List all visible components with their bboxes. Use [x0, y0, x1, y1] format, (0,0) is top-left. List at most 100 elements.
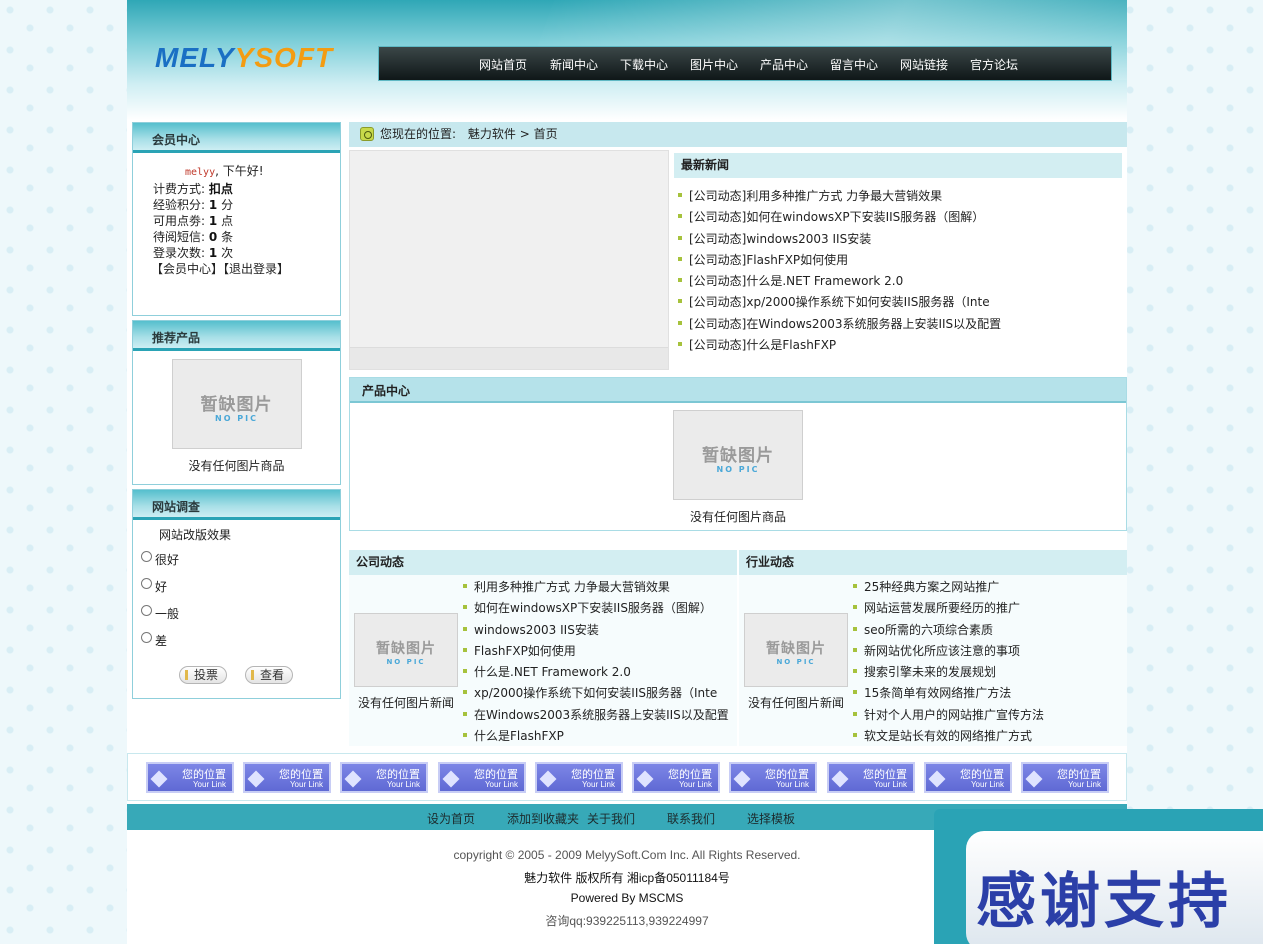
diamond-icon	[442, 770, 460, 788]
site-logo[interactable]: MELYYSOFT	[155, 42, 333, 74]
list-item[interactable]: [公司动态]FlashFXP如何使用	[674, 250, 1122, 271]
member-username: melyy	[185, 167, 216, 178]
product-center-title: 产品中心	[350, 378, 1126, 403]
choose-template-link[interactable]: 选择模板	[747, 810, 795, 827]
recommend-panel-title: 推荐产品	[133, 321, 340, 351]
survey-option[interactable]: 差	[133, 624, 340, 651]
no-picture-placeholder[interactable]: 暂缺图片 NO PIC	[744, 613, 848, 687]
page-container: MELYYSOFT 网站首页 新闻中心 下载中心 图片中心 产品中心 留言中心 …	[127, 0, 1127, 944]
list-item[interactable]: 利用多种推广方式 力争最大营销效果	[459, 577, 734, 598]
list-item[interactable]: windows2003 IIS安装	[459, 620, 734, 641]
latest-news: 最新新闻 [公司动态]利用多种推广方式 力争最大营销效果 [公司动态]如何在wi…	[674, 153, 1122, 373]
floating-thanks-popup[interactable]: 感谢支持	[934, 809, 1263, 944]
friend-link-button[interactable]: 您的位置 Your Link	[632, 762, 720, 793]
member-panel-title: 会员中心	[133, 123, 340, 153]
nav-products[interactable]: 产品中心	[760, 56, 808, 73]
diamond-icon	[344, 770, 362, 788]
add-favorite-link[interactable]: 添加到收藏夹	[507, 810, 579, 827]
friend-link-button[interactable]: 您的位置 Your Link	[146, 762, 234, 793]
list-item[interactable]: [公司动态]利用多种推广方式 力争最大营销效果	[674, 186, 1122, 207]
friend-link-button[interactable]: 您的位置 Your Link	[535, 762, 623, 793]
friend-link-button[interactable]: 您的位置 Your Link	[1021, 762, 1109, 793]
nav-pictures[interactable]: 图片中心	[690, 56, 738, 73]
recommend-caption: 没有任何图片商品	[188, 459, 285, 473]
industry-news-caption: 没有任何图片新闻	[747, 696, 844, 710]
breadcrumb: 您现在的位置: 魅力软件 > 首页	[349, 122, 1127, 147]
radio-button[interactable]	[141, 632, 152, 643]
list-item[interactable]: [公司动态]windows2003 IIS安装	[674, 229, 1122, 250]
survey-question: 网站改版效果	[159, 528, 232, 542]
no-picture-placeholder[interactable]: 暂缺图片 NO PIC	[354, 613, 458, 687]
nav-download[interactable]: 下载中心	[620, 56, 668, 73]
no-picture-placeholder[interactable]: 暂缺图片 NO PIC	[171, 359, 302, 449]
survey-option[interactable]: 一般	[133, 597, 340, 624]
member-row: 待阅短信: 0 条	[153, 230, 234, 244]
radio-button[interactable]	[141, 605, 152, 616]
list-item[interactable]: 新网站优化所应该注意的事项	[849, 641, 1124, 662]
image-slideshow[interactable]	[349, 150, 669, 370]
diamond-icon	[928, 770, 946, 788]
member-row: 经验积分: 1 分	[153, 198, 234, 212]
industry-news-panel: 行业动态 暂缺图片 NO PIC 没有任何图片新闻 25种经典方案之网站推广 网…	[739, 550, 1127, 746]
list-item[interactable]: 网站运营发展所要经历的推广	[849, 598, 1124, 619]
list-item[interactable]: 什么是FlashFXP	[459, 726, 734, 747]
vote-button[interactable]: 投票	[179, 666, 228, 684]
nav-home[interactable]: 网站首页	[479, 56, 527, 73]
list-item[interactable]: 在Windows2003系统服务器上安装IIS以及配置	[459, 705, 734, 726]
view-results-button[interactable]: 查看	[245, 666, 294, 684]
list-item[interactable]: 15条简单有效网络推广方法	[849, 683, 1124, 704]
list-item[interactable]: 25种经典方案之网站推广	[849, 577, 1124, 598]
product-center-panel: 产品中心 暂缺图片 NO PIC 没有任何图片商品	[349, 377, 1127, 531]
radio-button[interactable]	[141, 551, 152, 562]
list-item[interactable]: FlashFXP如何使用	[459, 641, 734, 662]
list-item[interactable]: xp/2000操作系统下如何安装IIS服务器（Inte	[459, 683, 734, 704]
set-homepage-link[interactable]: 设为首页	[427, 810, 475, 827]
friend-link-button[interactable]: 您的位置 Your Link	[827, 762, 915, 793]
latest-news-list: [公司动态]利用多种推广方式 力争最大营销效果 [公司动态]如何在windows…	[674, 186, 1122, 356]
location-icon	[360, 127, 374, 141]
diamond-icon	[636, 770, 654, 788]
survey-option[interactable]: 很好	[133, 543, 340, 570]
about-us-link[interactable]: 关于我们	[587, 810, 635, 827]
no-picture-placeholder[interactable]: 暂缺图片 NO PIC	[673, 410, 803, 500]
friend-link-button[interactable]: 您的位置 Your Link	[243, 762, 331, 793]
nav-news[interactable]: 新闻中心	[550, 56, 598, 73]
member-center-link[interactable]: 【会员中心】	[151, 262, 223, 276]
member-greeting: melyy, 下午好!	[153, 163, 340, 181]
list-item[interactable]: [公司动态]什么是FlashFXP	[674, 335, 1122, 356]
slideshow-caption-bar	[350, 347, 668, 369]
friend-link-button[interactable]: 您的位置 Your Link	[924, 762, 1012, 793]
list-item[interactable]: 如何在windowsXP下安装IIS服务器（图解）	[459, 598, 734, 619]
list-item[interactable]: 针对个人用户的网站推广宣传方法	[849, 705, 1124, 726]
list-item[interactable]: [公司动态]什么是.NET Framework 2.0	[674, 271, 1122, 292]
nav-guestbook[interactable]: 留言中心	[830, 56, 878, 73]
diamond-icon	[150, 770, 168, 788]
friend-link-button[interactable]: 您的位置 Your Link	[340, 762, 428, 793]
list-item[interactable]: 什么是.NET Framework 2.0	[459, 662, 734, 683]
diamond-icon	[539, 770, 557, 788]
friend-links: 您的位置 Your Link 您的位置 Your Link 您的位置 Your Lin…	[127, 753, 1127, 801]
nav-links[interactable]: 网站链接	[900, 56, 948, 73]
radio-button[interactable]	[141, 578, 152, 589]
industry-news-list: 25种经典方案之网站推广 网站运营发展所要经历的推广 seo所需的六项综合素质 …	[849, 577, 1124, 747]
contact-us-link[interactable]: 联系我们	[667, 810, 715, 827]
list-item[interactable]: [公司动态]xp/2000操作系统下如何安装IIS服务器（Inte	[674, 292, 1122, 313]
list-item[interactable]: [公司动态]在Windows2003系统服务器上安装IIS以及配置	[674, 314, 1122, 335]
nav-forum[interactable]: 官方论坛	[970, 56, 1018, 73]
list-item[interactable]: seo所需的六项综合素质	[849, 620, 1124, 641]
breadcrumb-site-link[interactable]: 魅力软件	[468, 127, 516, 141]
friend-link-button[interactable]: 您的位置 Your Link	[438, 762, 526, 793]
member-row: 可用点劵: 1 点	[153, 214, 234, 228]
logout-link[interactable]: 【退出登录】	[223, 262, 289, 276]
friend-link-button[interactable]: 您的位置 Your Link	[729, 762, 817, 793]
product-caption: 没有任何图片商品	[689, 510, 786, 524]
industry-news-title: 行业动态	[739, 550, 1127, 575]
company-news-list: 利用多种推广方式 力争最大营销效果 如何在windowsXP下安装IIS服务器（…	[459, 577, 734, 747]
diamond-icon	[733, 770, 751, 788]
list-item[interactable]: 搜索引擎未来的发展规划	[849, 662, 1124, 683]
list-item[interactable]: [公司动态]如何在windowsXP下安装IIS服务器（图解）	[674, 207, 1122, 228]
header: MELYYSOFT 网站首页 新闻中心 下载中心 图片中心 产品中心 留言中心 …	[127, 0, 1127, 120]
diamond-icon	[247, 770, 265, 788]
list-item[interactable]: 软文是站长有效的网络推广方式	[849, 726, 1124, 747]
survey-option[interactable]: 好	[133, 570, 340, 597]
